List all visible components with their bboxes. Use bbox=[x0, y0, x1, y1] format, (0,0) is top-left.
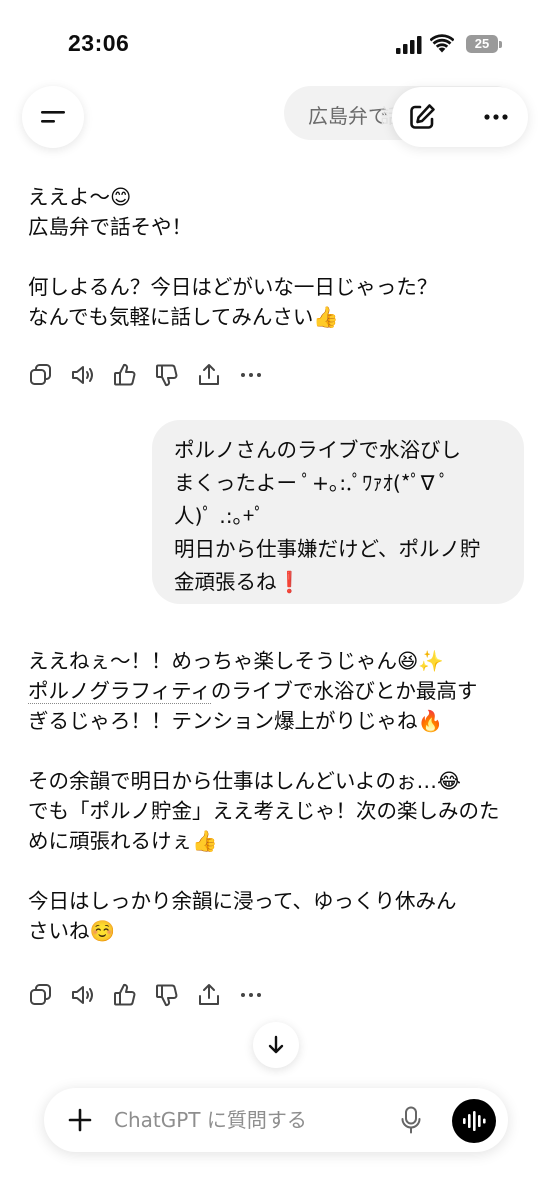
chat-title: 広島弁で bbox=[308, 104, 388, 128]
voice-waveform-icon bbox=[463, 1111, 486, 1131]
message-input[interactable] bbox=[114, 1102, 384, 1138]
battery-level: 25 bbox=[466, 35, 498, 53]
assistant-message: ええよ〜😊 広島弁で話そや！ 何しよるん？今日はどがいな一日じゃった？ なんでも… bbox=[28, 182, 508, 332]
thumbs-down-icon[interactable] bbox=[154, 982, 180, 1008]
thumbs-up-icon[interactable] bbox=[112, 362, 138, 388]
message-line: ぎるじゃろ！！テンション爆上がりじゃね🔥 bbox=[28, 709, 444, 733]
share-icon[interactable] bbox=[196, 362, 222, 388]
message-line: 広島弁で話そや！ bbox=[28, 215, 192, 239]
message-line: ポルノさんのライブで水浴びし bbox=[174, 438, 461, 462]
thumbs-down-icon[interactable] bbox=[154, 362, 180, 388]
plus-icon[interactable] bbox=[68, 1108, 92, 1132]
message-line: でも「ポルノ貯金」ええ考えじゃ！次の楽しみのた bbox=[28, 799, 500, 823]
message-line-rest: のライブで水浴びとか最高す bbox=[210, 679, 478, 703]
message-line: 今日はしっかり余韻に浸って、ゆっくり休みん bbox=[28, 889, 457, 913]
more-icon[interactable] bbox=[238, 362, 264, 388]
status-bar: 23:06 25 bbox=[0, 0, 552, 92]
sidebar-menu-button[interactable] bbox=[22, 86, 84, 148]
header-actions bbox=[392, 87, 528, 147]
message-line: ポルノグラフィティのライブで水浴びとか最高す bbox=[28, 676, 508, 706]
message-line: 人)ﾟ .:｡+ﾟ bbox=[174, 504, 265, 528]
clock: 23:06 bbox=[68, 30, 130, 56]
scroll-to-bottom-button[interactable] bbox=[253, 1022, 299, 1068]
message-line: 明日から仕事嫌だけど、ポルノ貯 bbox=[174, 537, 481, 561]
read-aloud-icon[interactable] bbox=[70, 362, 96, 388]
battery-icon: 25 bbox=[466, 35, 502, 53]
user-message-bubble: ポルノさんのライブで水浴びし まくったよー ﾟ+｡:.ﾟﾜｧｵ(*ﾟ∇ ﾟ 人)… bbox=[152, 420, 524, 604]
cellular-signal-icon bbox=[396, 36, 422, 54]
menu-icon bbox=[41, 111, 65, 123]
copy-icon[interactable] bbox=[28, 362, 54, 388]
arrow-down-icon bbox=[268, 1035, 284, 1054]
composer bbox=[44, 1088, 508, 1152]
message-actions bbox=[28, 362, 278, 390]
message-line: その余韻で明日から仕事はしんどいよのぉ…😂 bbox=[28, 769, 461, 793]
more-icon[interactable] bbox=[238, 982, 264, 1008]
wifi-icon bbox=[430, 34, 454, 53]
message-line: 何しよるん？今日はどがいな一日じゃった？ bbox=[28, 275, 438, 299]
compose-icon[interactable] bbox=[406, 101, 438, 133]
message-line: ええよ〜😊 bbox=[28, 185, 132, 209]
read-aloud-icon[interactable] bbox=[70, 982, 96, 1008]
message-line: 金頑張るね❗ bbox=[174, 570, 303, 594]
voice-mode-button[interactable] bbox=[452, 1099, 496, 1143]
ellipsis-icon[interactable] bbox=[480, 101, 512, 133]
message-line: ええねぇ〜！！めっちゃ楽しそうじゃん😆✨ bbox=[28, 649, 444, 673]
artist-link[interactable]: ポルノグラフィティ bbox=[28, 679, 211, 704]
thumbs-up-icon[interactable] bbox=[112, 982, 138, 1008]
microphone-icon[interactable] bbox=[400, 1106, 422, 1134]
message-line: さいね☺️ bbox=[28, 919, 116, 943]
copy-icon[interactable] bbox=[28, 982, 54, 1008]
share-icon[interactable] bbox=[196, 982, 222, 1008]
message-line: なんでも気軽に話してみんさい👍 bbox=[28, 305, 339, 329]
message-line: めに頑張れるけぇ👍 bbox=[28, 829, 218, 853]
message-line: まくったよー ﾟ+｡:.ﾟﾜｧｵ(*ﾟ∇ ﾟ bbox=[174, 471, 450, 495]
message-actions bbox=[28, 982, 278, 1010]
assistant-message: ええねぇ〜！！めっちゃ楽しそうじゃん😆✨ ポルノグラフィティのライブで水浴びとか… bbox=[28, 646, 508, 946]
